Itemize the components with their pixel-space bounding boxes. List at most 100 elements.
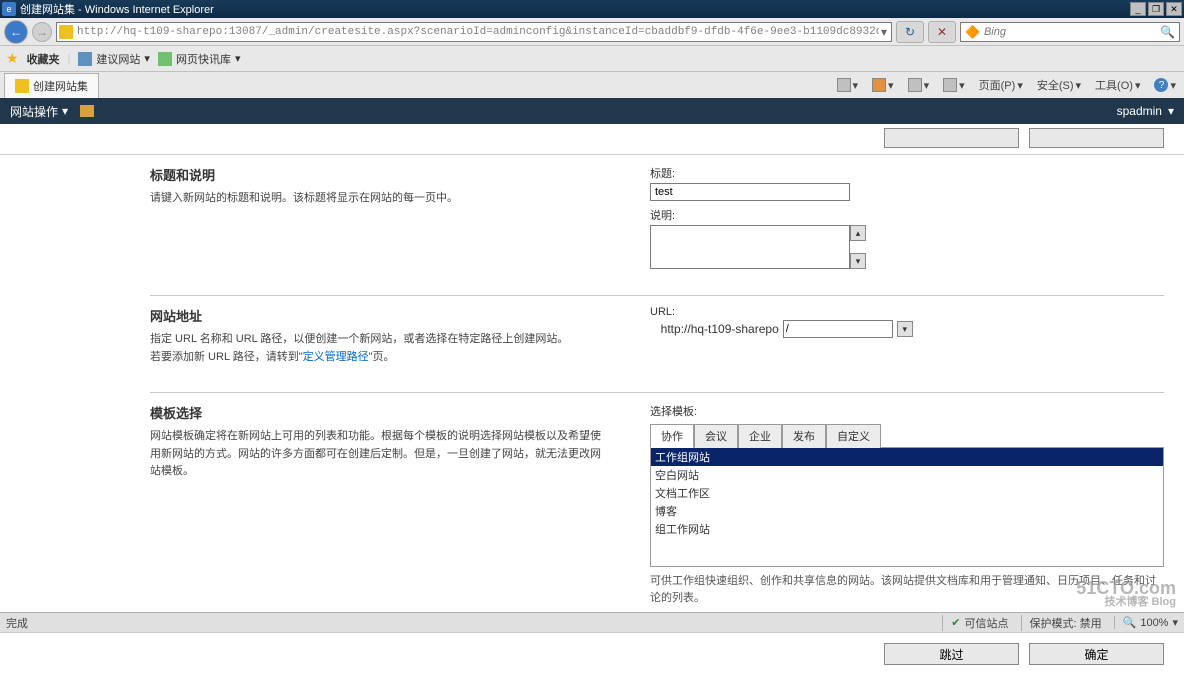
tab-publishing[interactable]: 发布 (782, 424, 826, 448)
bottom-button-row: 跳过 确定 (0, 632, 1184, 675)
tools-label: 工具(O) (1095, 77, 1133, 93)
section-desc: 网站模板确定将在新网站上可用的列表和功能。根据每个模板的说明选择网站模板以及希望… (150, 428, 610, 481)
status-bar: 完成 ✔ 可信站点 保护模式: 禁用 🔍 100% ▾ (0, 612, 1184, 632)
section-desc: 请键入新网站的标题和说明。该标题将显示在网站的每一页中。 (150, 190, 610, 208)
template-tabs: 协作 会议 企业 发布 自定义 (650, 423, 1164, 447)
site-actions-menu[interactable]: 网站操作 ▾ (10, 103, 68, 120)
template-list[interactable]: 工作组网站 空白网站 文档工作区 博客 组工作网站 (650, 447, 1164, 567)
section-heading: 模板选择 (150, 403, 610, 422)
manage-paths-link[interactable]: 定义管理路径 (303, 351, 369, 363)
forward-button[interactable]: → (32, 22, 52, 42)
help-icon: ? (1154, 78, 1168, 92)
dropdown-icon[interactable]: ▾ (879, 25, 889, 39)
watermark-sub: 技术博客 Blog (1076, 597, 1176, 608)
search-input[interactable] (984, 26, 1160, 38)
status-trusted[interactable]: ✔ 可信站点 (942, 615, 1008, 631)
tab-collaboration[interactable]: 协作 (650, 424, 694, 448)
favorites-star-icon[interactable]: ★ (6, 50, 19, 67)
section-desc: 指定 URL 名称和 URL 路径，以便创建一个新网站，或者选择在特定路径上创建… (150, 331, 610, 349)
status-zoom[interactable]: 🔍 100% ▾ (1114, 616, 1178, 629)
site-actions-label: 网站操作 (10, 103, 58, 120)
dropdown-icon: ▾ (235, 52, 241, 65)
suggested-label: 建议网站 (96, 51, 140, 67)
dropdown-icon: ▾ (62, 104, 68, 118)
status-protected: 保护模式: 禁用 (1021, 615, 1102, 631)
window-controls: _ ❐ ✕ (1130, 2, 1182, 16)
template-item[interactable]: 组工作网站 (651, 520, 1163, 538)
home-button[interactable]: ▾ (833, 76, 863, 94)
template-item[interactable]: 文档工作区 (651, 484, 1163, 502)
mail-button[interactable]: ▾ (904, 76, 934, 94)
skip-button[interactable]: 跳过 (884, 643, 1019, 665)
page-label: 页面(P) (979, 77, 1016, 93)
template-label: 选择模板: (650, 403, 1164, 419)
close-button[interactable]: ✕ (1166, 2, 1182, 16)
safety-menu[interactable]: 安全(S) ▾ (1033, 75, 1085, 95)
scroll-down-icon[interactable]: ▾ (850, 253, 866, 269)
tab-meetings[interactable]: 会议 (694, 424, 738, 448)
web-slices[interactable]: 网页快讯库 ▾ (158, 51, 241, 67)
section-heading: 网站地址 (150, 306, 610, 325)
search-button[interactable]: 🔍 (1160, 25, 1175, 39)
stop-button[interactable]: ✕ (928, 21, 956, 43)
suggested-sites[interactable]: 建议网站 ▾ (78, 51, 150, 67)
print-button[interactable]: ▾ (939, 76, 969, 94)
skip-button-top[interactable] (884, 128, 1019, 148)
current-user[interactable]: spadmin (1117, 104, 1162, 118)
bing-icon: 🔶 (965, 25, 980, 39)
tools-menu[interactable]: 工具(O) ▾ (1091, 75, 1144, 95)
print-icon (943, 78, 957, 92)
help-button[interactable]: ?▾ (1150, 76, 1180, 94)
slices-icon (158, 52, 172, 66)
tab-toolbar: ▾ ▾ ▾ ▾ 页面(P) ▾ 安全(S) ▾ 工具(O) ▾ ?▾ (833, 75, 1180, 95)
section-heading: 标题和说明 (150, 165, 610, 184)
page-menu[interactable]: 页面(P) ▾ (975, 75, 1027, 95)
scroll-up-icon[interactable]: ▴ (850, 225, 866, 241)
favorites-label[interactable]: 收藏夹 (27, 51, 60, 67)
safety-label: 安全(S) (1037, 77, 1074, 93)
watermark-main: 51CTO.com (1076, 578, 1176, 598)
template-item[interactable]: 博客 (651, 502, 1163, 520)
title-label: 标题: (650, 165, 1164, 181)
ok-button-top[interactable] (1029, 128, 1164, 148)
ok-button[interactable]: 确定 (1029, 643, 1164, 665)
url-input[interactable] (77, 26, 879, 38)
slices-label: 网页快讯库 (176, 51, 231, 67)
rss-icon (872, 78, 886, 92)
back-button[interactable]: ← (4, 20, 28, 44)
navigate-up-icon[interactable] (80, 105, 94, 117)
restore-button[interactable]: ❐ (1148, 2, 1164, 16)
tab-enterprise[interactable]: 企业 (738, 424, 782, 448)
url-label: URL: (650, 306, 1164, 318)
dropdown-icon: ▾ (1168, 104, 1174, 118)
ie-icon: e (2, 2, 16, 16)
desc-textarea[interactable] (650, 225, 850, 269)
address-bar[interactable]: ▾ (56, 22, 892, 42)
site-favicon (59, 25, 73, 39)
sharepoint-ribbon: 网站操作 ▾ spadmin ▾ (0, 98, 1184, 124)
nav-toolbar: ← → ▾ ↻ ✕ 🔶 🔍 (0, 18, 1184, 46)
feeds-button[interactable]: ▾ (868, 76, 898, 94)
dropdown-icon: ▾ (1172, 616, 1178, 629)
refresh-button[interactable]: ↻ (896, 21, 924, 43)
page-content: 标题和说明 请键入新网站的标题和说明。该标题将显示在网站的每一页中。 标题: 说… (0, 155, 1184, 618)
dropdown-icon[interactable]: ▾ (897, 321, 913, 337)
template-item[interactable]: 工作组网站 (651, 448, 1163, 466)
home-icon (837, 78, 851, 92)
window-titlebar: e 创建网站集 - Windows Internet Explorer _ ❐ … (0, 0, 1184, 18)
tab-custom[interactable]: 自定义 (826, 424, 881, 448)
watermark: 51CTO.com 技术博客 Blog (1076, 579, 1176, 608)
suggested-icon (78, 52, 92, 66)
minimize-button[interactable]: _ (1130, 2, 1146, 16)
check-icon: ✔ (951, 616, 960, 629)
browser-tab[interactable]: 创建网站集 (4, 73, 99, 98)
template-item[interactable]: 空白网站 (651, 466, 1163, 484)
url-path-select[interactable] (783, 320, 893, 338)
title-input[interactable] (650, 183, 850, 201)
favorites-bar: ★ 收藏夹 | 建议网站 ▾ 网页快讯库 ▾ (0, 46, 1184, 72)
section-title-desc: 标题和说明 请键入新网站的标题和说明。该标题将显示在网站的每一页中。 标题: 说… (150, 165, 1164, 281)
top-button-row (0, 124, 1184, 155)
window-title: 创建网站集 - Windows Internet Explorer (20, 1, 214, 17)
search-box[interactable]: 🔶 🔍 (960, 22, 1180, 42)
tab-title: 创建网站集 (33, 78, 88, 94)
